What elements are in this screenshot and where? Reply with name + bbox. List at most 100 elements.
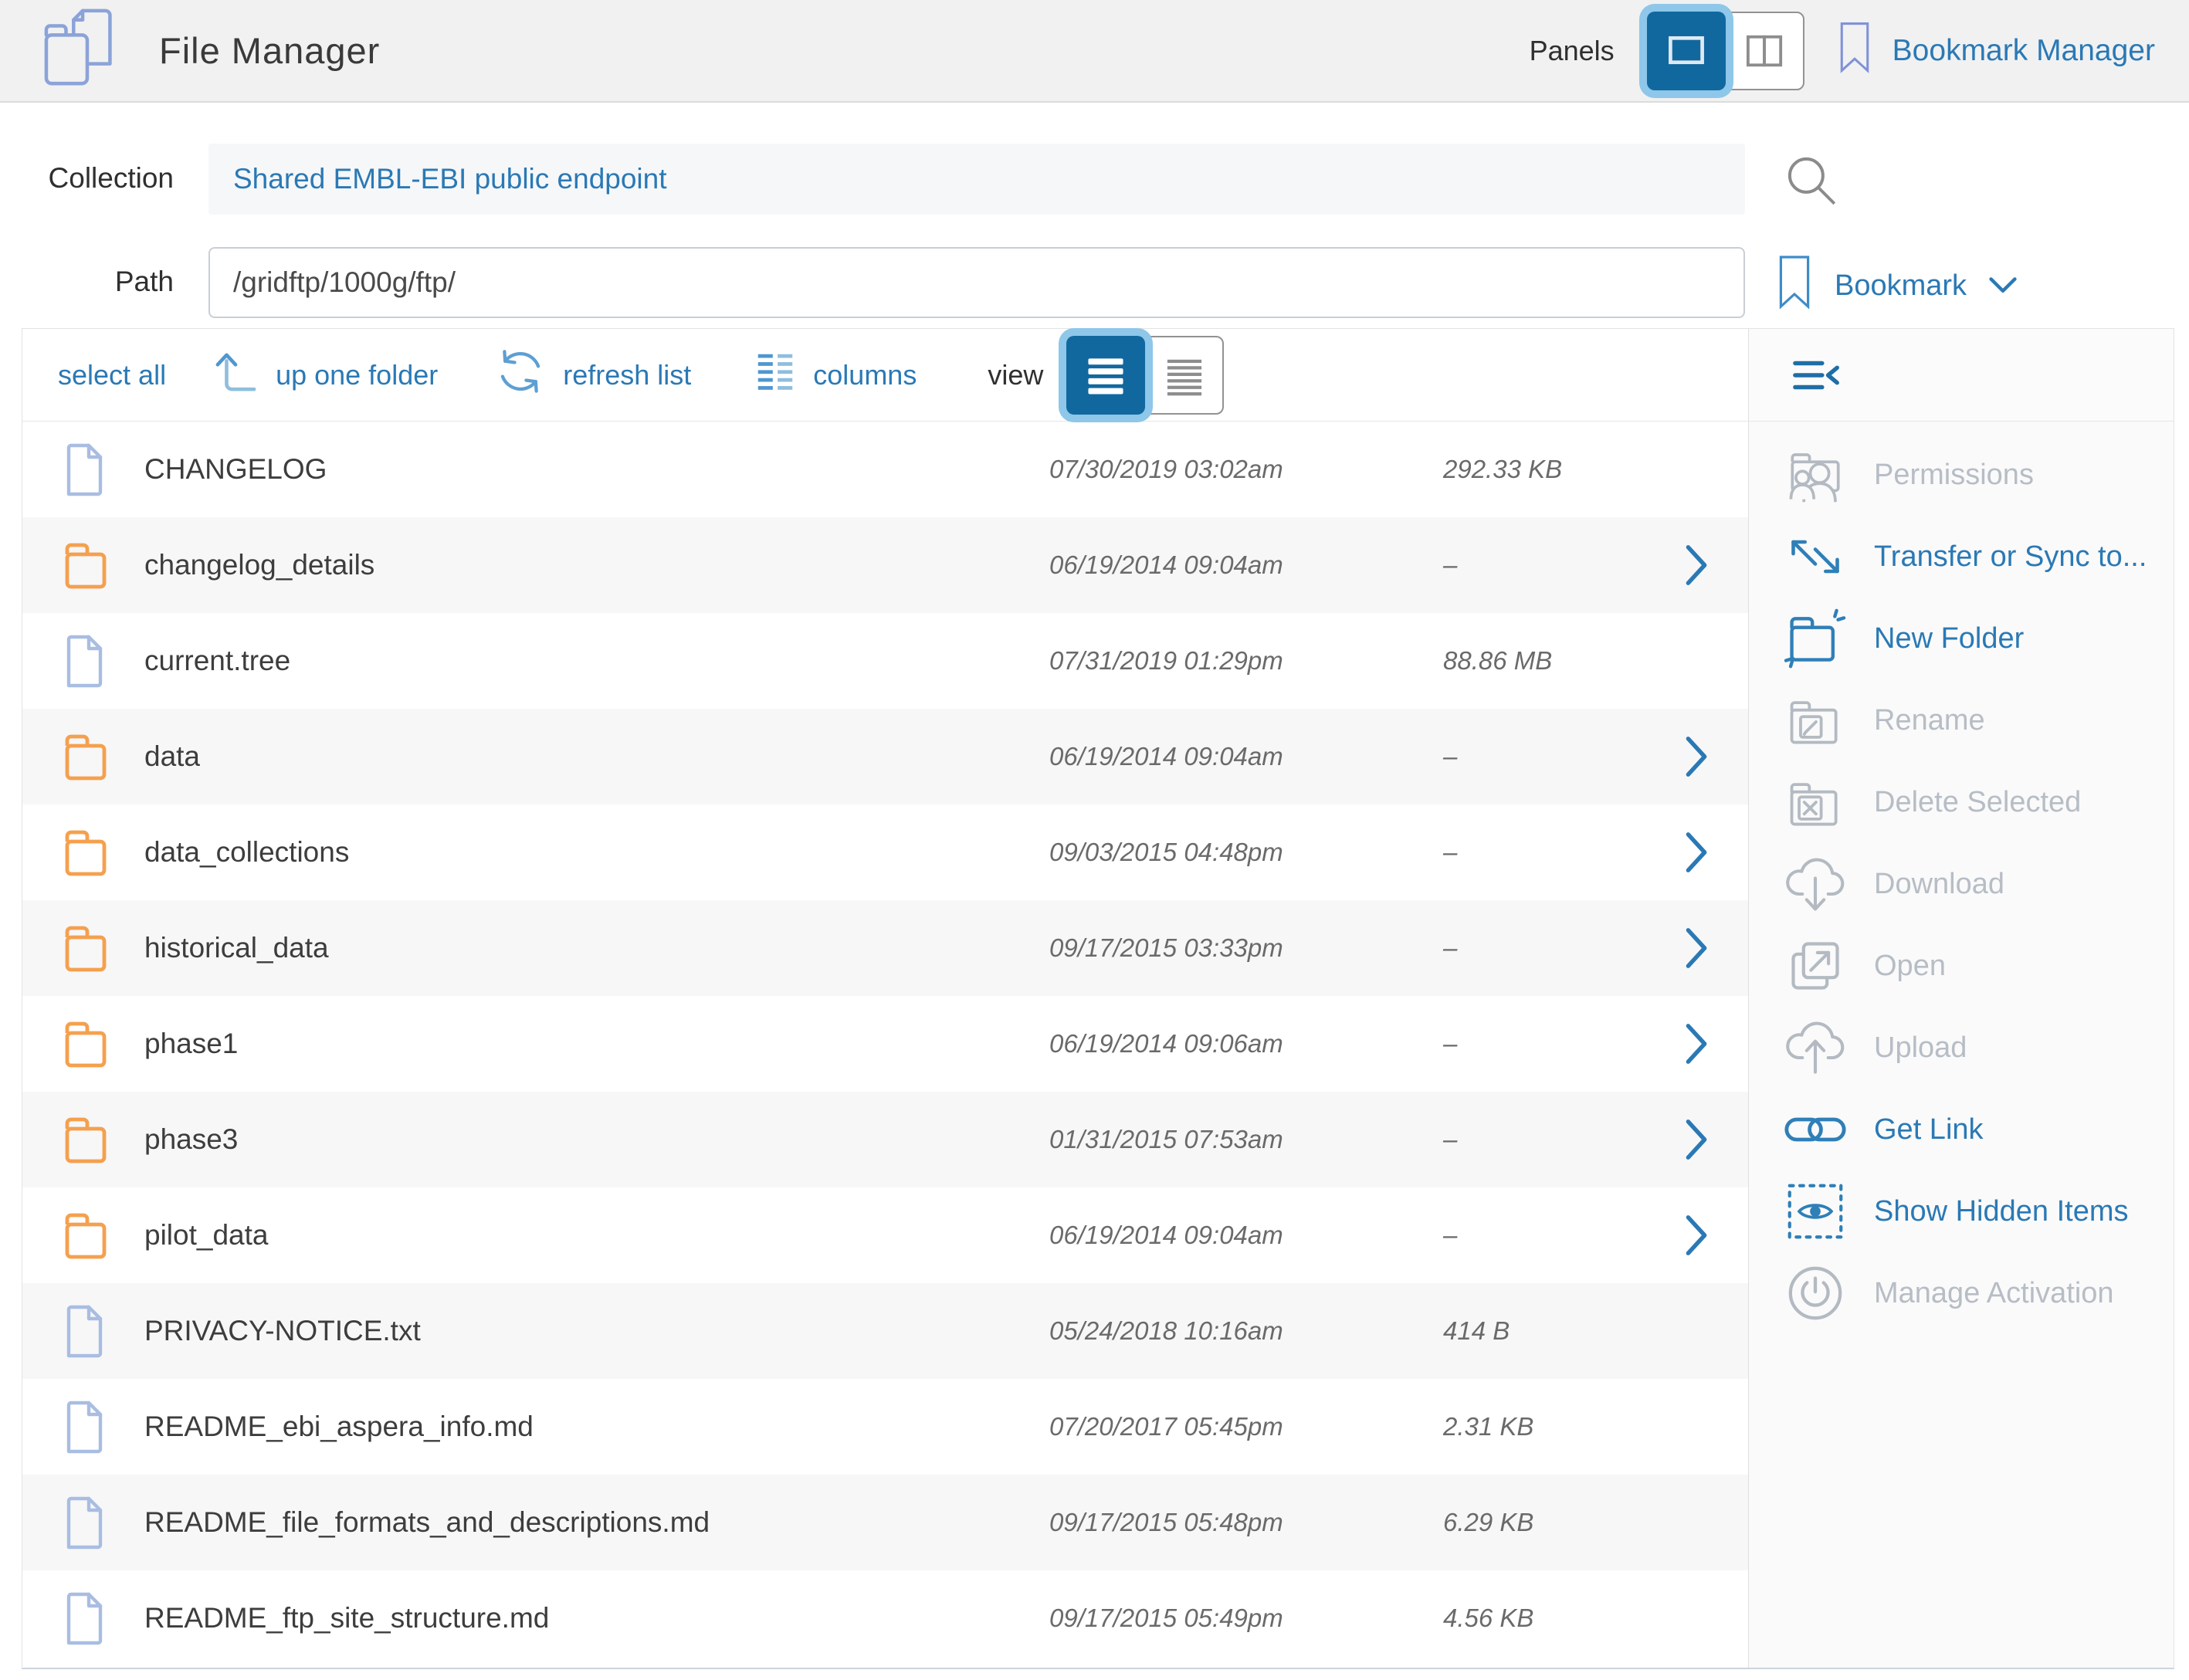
collection-label: Collection bbox=[0, 162, 174, 195]
manage-activation-icon bbox=[1780, 1263, 1851, 1323]
file-list: CHANGELOG07/30/2019 03:02am292.33 KBchan… bbox=[22, 422, 1748, 1668]
compact-view-button[interactable] bbox=[1145, 336, 1224, 415]
file-date: 07/30/2019 03:02am bbox=[1049, 455, 1443, 484]
bookmark-manager-icon bbox=[1837, 20, 1872, 82]
collapse-sidebar-icon[interactable] bbox=[1792, 357, 1843, 394]
actions-sidebar: PermissionsTransfer or Sync to... New Fol… bbox=[1748, 329, 2174, 1668]
folder-icon bbox=[63, 1113, 110, 1166]
search-icon[interactable] bbox=[1782, 151, 1841, 214]
file-row[interactable]: CHANGELOG07/30/2019 03:02am292.33 KB bbox=[22, 422, 1748, 517]
file-size: – bbox=[1443, 838, 1698, 867]
file-name: phase3 bbox=[144, 1123, 1049, 1156]
path-input[interactable]: /gridftp/1000g/ftp/ bbox=[208, 247, 1745, 318]
action-label: Get Link bbox=[1874, 1113, 1984, 1147]
collection-field[interactable]: Shared EMBL-EBI public endpoint bbox=[208, 144, 1745, 215]
folder-row[interactable]: historical_data09/17/2015 03:33pm– bbox=[22, 900, 1748, 996]
page-title: File Manager bbox=[159, 29, 380, 72]
file-size: – bbox=[1443, 550, 1698, 580]
app-title-group: File Manager bbox=[40, 6, 380, 95]
open-folder-chevron-icon[interactable] bbox=[1683, 734, 1711, 779]
open-folder-chevron-icon[interactable] bbox=[1683, 1213, 1711, 1258]
file-name: historical_data bbox=[144, 932, 1049, 964]
header-controls: Panels Bookmark Manager bbox=[1530, 12, 2155, 90]
file-size: 2.31 KB bbox=[1443, 1412, 1698, 1441]
file-row[interactable]: PRIVACY-NOTICE.txt05/24/2018 10:16am414 … bbox=[22, 1283, 1748, 1379]
action-manage-activation: Manage Activation bbox=[1749, 1252, 2174, 1334]
file-date: 09/03/2015 04:48pm bbox=[1049, 838, 1443, 867]
folder-row[interactable]: changelog_details06/19/2014 09:04am– bbox=[22, 517, 1748, 613]
file-row[interactable]: README_ftp_site_structure.md09/17/2015 0… bbox=[22, 1570, 1748, 1666]
action-get-link[interactable]: Get Link bbox=[1749, 1089, 2174, 1170]
folder-row[interactable]: phase106/19/2014 09:06am– bbox=[22, 996, 1748, 1092]
file-date: 05/24/2018 10:16am bbox=[1049, 1316, 1443, 1346]
file-date: 06/19/2014 09:04am bbox=[1049, 550, 1443, 580]
file-name: PRIVACY-NOTICE.txt bbox=[144, 1315, 1049, 1347]
refresh-icon bbox=[495, 346, 546, 404]
file-icon bbox=[63, 1399, 110, 1455]
bookmark-button[interactable]: Bookmark bbox=[1776, 253, 2018, 318]
file-date: 01/31/2015 07:53am bbox=[1049, 1125, 1443, 1154]
panels-label: Panels bbox=[1530, 35, 1615, 67]
path-label: Path bbox=[0, 266, 174, 298]
open-folder-chevron-icon[interactable] bbox=[1683, 543, 1711, 588]
sidebar-header bbox=[1749, 329, 2174, 422]
path-value: /gridftp/1000g/ftp/ bbox=[233, 266, 456, 299]
action-new-folder[interactable]: New Folder bbox=[1749, 598, 2174, 679]
file-icon bbox=[63, 1495, 110, 1550]
action-transfer-or-sync-to[interactable]: Transfer or Sync to... bbox=[1749, 516, 2174, 598]
list-toolbar: select all up one folder refresh list co… bbox=[22, 329, 1748, 422]
file-name: current.tree bbox=[144, 645, 1049, 677]
file-icon bbox=[63, 633, 110, 689]
folder-row[interactable]: pilot_data06/19/2014 09:04am– bbox=[22, 1187, 1748, 1283]
refresh-list-label: refresh list bbox=[563, 359, 691, 391]
folder-row[interactable]: data_collections09/03/2015 04:48pm– bbox=[22, 804, 1748, 900]
file-date: 07/31/2019 01:29pm bbox=[1049, 646, 1443, 676]
folder-icon bbox=[63, 922, 110, 974]
file-date: 09/17/2015 05:48pm bbox=[1049, 1508, 1443, 1537]
file-row[interactable]: current.tree07/31/2019 01:29pm88.86 MB bbox=[22, 613, 1748, 709]
folder-row[interactable]: phase301/31/2015 07:53am– bbox=[22, 1092, 1748, 1187]
folder-row[interactable]: data06/19/2014 09:04am– bbox=[22, 709, 1748, 804]
open-folder-chevron-icon[interactable] bbox=[1683, 830, 1711, 875]
file-size: 292.33 KB bbox=[1443, 455, 1698, 484]
show-hidden-icon bbox=[1780, 1182, 1851, 1241]
file-size: – bbox=[1443, 742, 1698, 771]
folder-icon bbox=[63, 730, 110, 783]
dual-panel-button[interactable] bbox=[1726, 12, 1804, 90]
bookmark-label: Bookmark bbox=[1835, 269, 1967, 303]
file-date: 06/19/2014 09:04am bbox=[1049, 742, 1443, 771]
action-label: New Folder bbox=[1874, 622, 2024, 655]
file-size: 6.29 KB bbox=[1443, 1508, 1698, 1537]
open-folder-chevron-icon[interactable] bbox=[1683, 1021, 1711, 1066]
action-label: Manage Activation bbox=[1874, 1277, 2114, 1310]
single-panel-button[interactable] bbox=[1647, 12, 1726, 90]
folder-icon bbox=[63, 1209, 110, 1262]
get-link-icon bbox=[1780, 1109, 1851, 1150]
columns-icon bbox=[754, 351, 796, 399]
action-label: Download bbox=[1874, 868, 2004, 901]
chevron-down-icon bbox=[1988, 269, 2018, 303]
refresh-list-button[interactable]: refresh list bbox=[495, 346, 691, 404]
actions-menu: PermissionsTransfer or Sync to... New Fol… bbox=[1749, 434, 2174, 1334]
open-folder-chevron-icon[interactable] bbox=[1683, 1117, 1711, 1162]
action-show-hidden-items[interactable]: Show Hidden Items bbox=[1749, 1170, 2174, 1252]
action-permissions: Permissions bbox=[1749, 434, 2174, 516]
file-name: data_collections bbox=[144, 836, 1049, 869]
action-label: Delete Selected bbox=[1874, 786, 2081, 819]
open-folder-chevron-icon[interactable] bbox=[1683, 926, 1711, 970]
columns-button[interactable]: columns bbox=[754, 351, 917, 399]
file-date: 06/19/2014 09:04am bbox=[1049, 1221, 1443, 1250]
file-row[interactable]: README_file_formats_and_descriptions.md0… bbox=[22, 1475, 1748, 1570]
select-all-button[interactable]: select all bbox=[58, 359, 166, 391]
rename-icon bbox=[1780, 693, 1851, 747]
view-toggle bbox=[1066, 336, 1224, 415]
file-name: CHANGELOG bbox=[144, 453, 1049, 486]
transfer-icon bbox=[1780, 527, 1851, 586]
file-list-pane: select all up one folder refresh list co… bbox=[22, 329, 1748, 1668]
up-one-folder-button[interactable]: up one folder bbox=[214, 351, 438, 399]
action-label: Open bbox=[1874, 950, 1946, 983]
file-date: 07/20/2017 05:45pm bbox=[1049, 1412, 1443, 1441]
list-view-button[interactable] bbox=[1066, 336, 1145, 415]
file-row[interactable]: README_ebi_aspera_info.md07/20/2017 05:4… bbox=[22, 1379, 1748, 1475]
bookmark-manager-link[interactable]: Bookmark Manager bbox=[1837, 20, 2155, 82]
